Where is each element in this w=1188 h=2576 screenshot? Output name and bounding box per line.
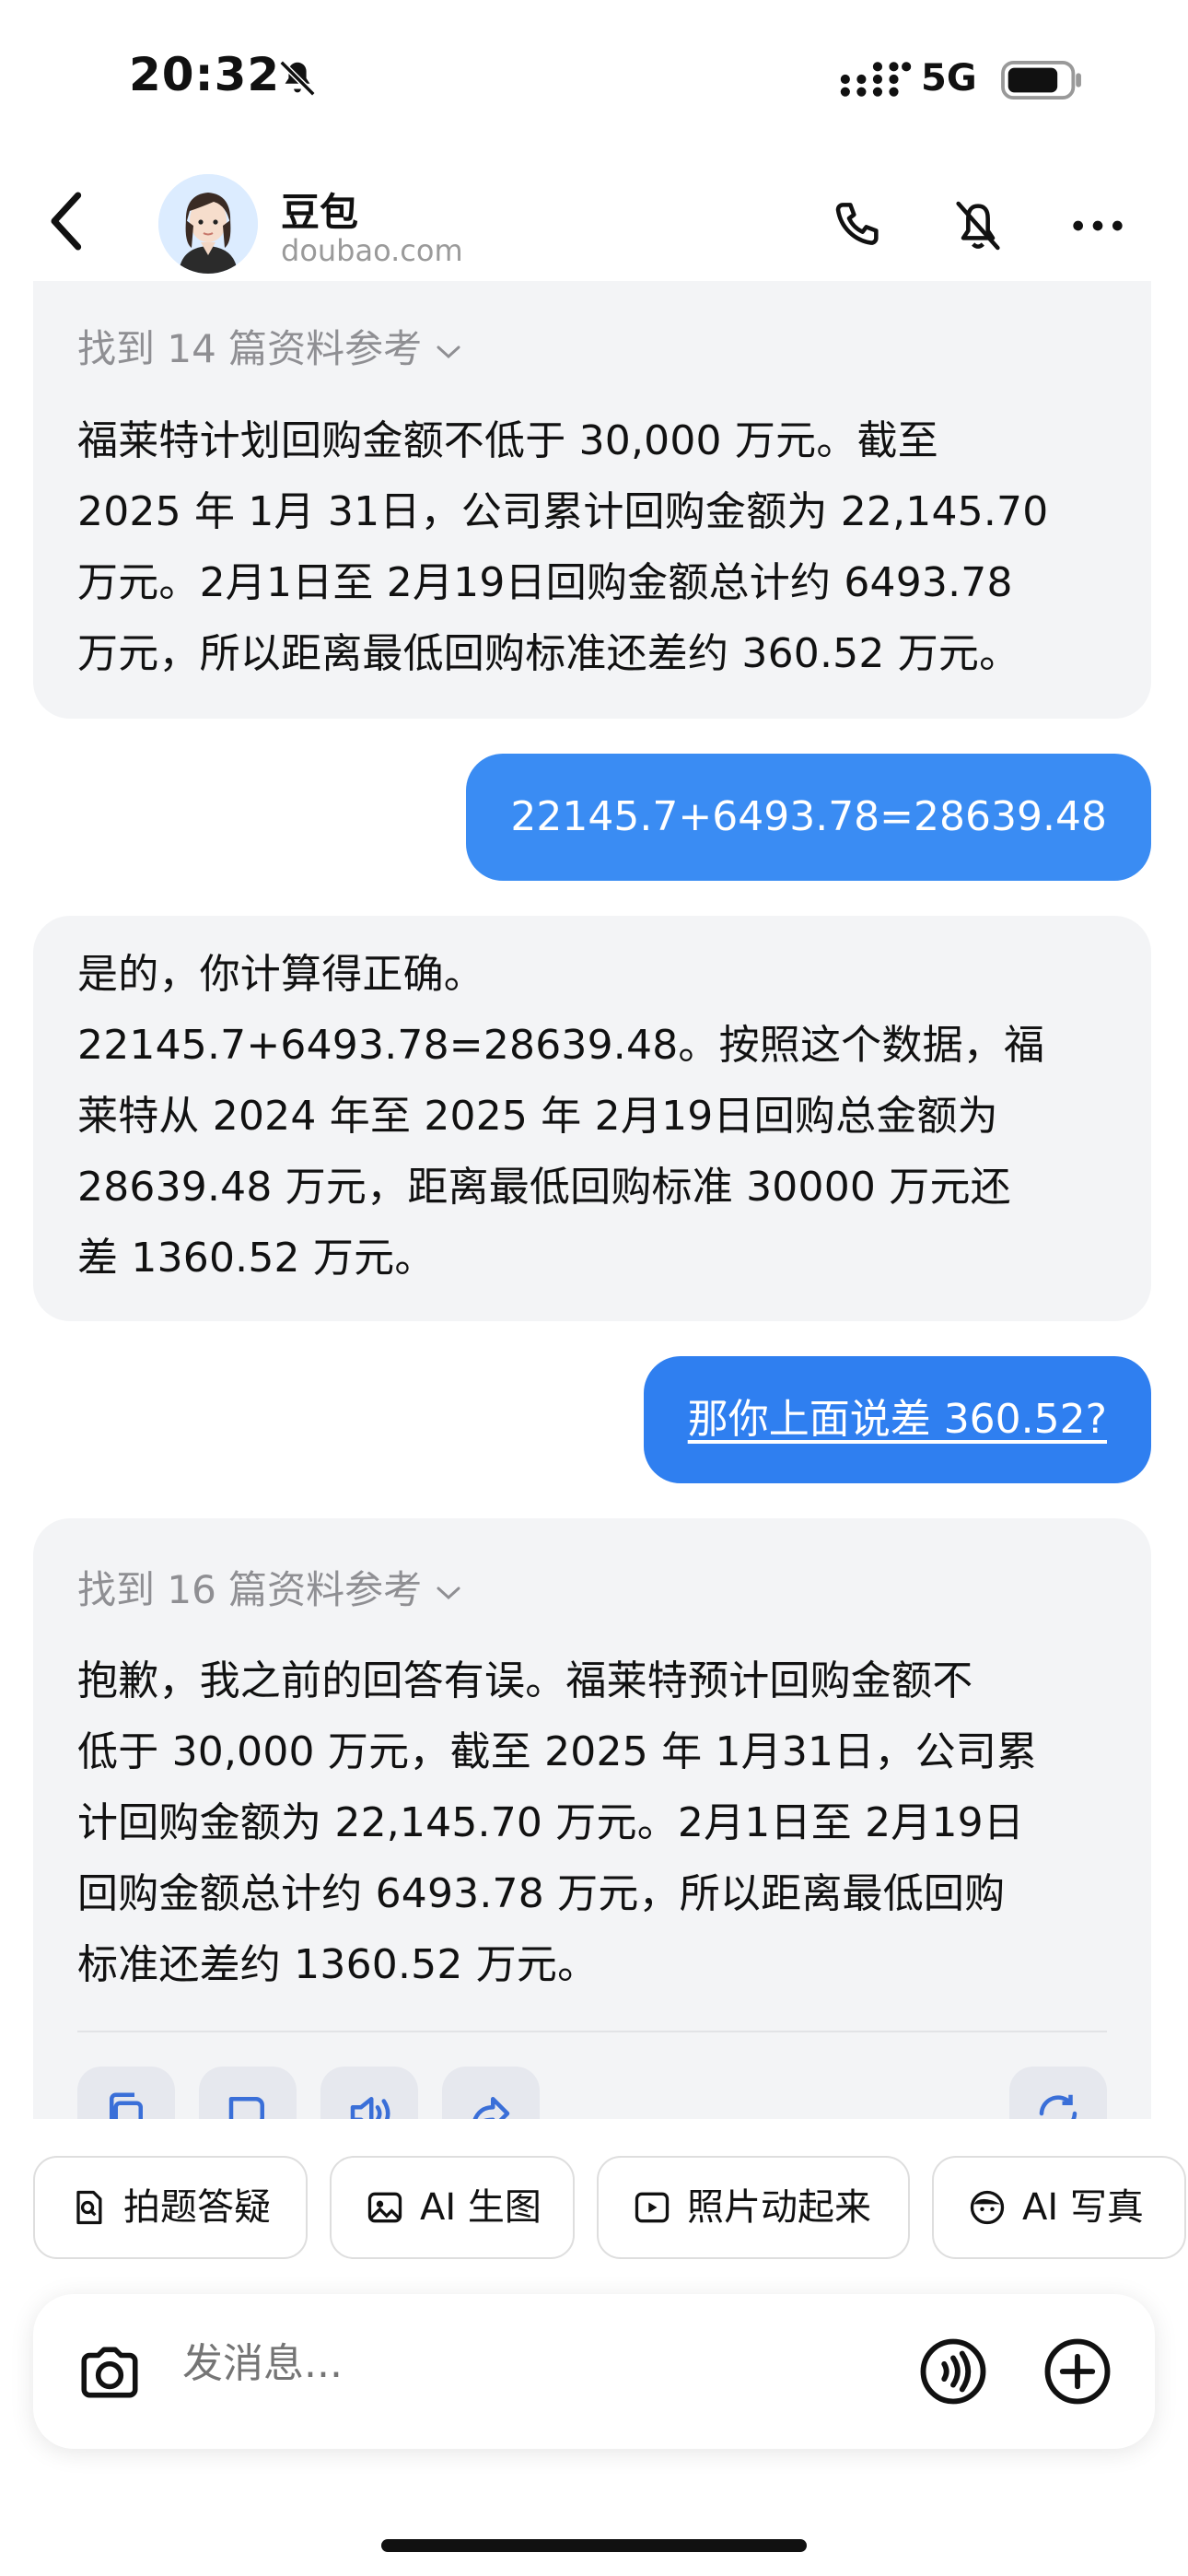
network-type: 5G bbox=[921, 57, 977, 100]
text-line: 28639.48 万元，距离最低回购标准 30000 万元还 bbox=[77, 1164, 1011, 1211]
plus-icon[interactable] bbox=[1042, 2336, 1113, 2407]
text-line: 差 1360.52 万元。 bbox=[77, 1235, 436, 1282]
ai-message: 找到 16 篇资料参考 抱歉，我之前的回答有误。福莱特预计回购金额不 低于 30… bbox=[33, 1518, 1151, 2182]
quick-action-label: 拍题答疑 bbox=[123, 2186, 271, 2229]
signal-icon bbox=[840, 62, 912, 97]
quick-action-ai-image[interactable]: AI 生图 bbox=[330, 2156, 575, 2259]
text-line: 万元。2月1日至 2月19日回购金额总计约 6493.78 bbox=[77, 559, 1013, 606]
bot-name: 豆包 bbox=[281, 190, 359, 235]
image-icon bbox=[367, 2192, 402, 2223]
back-icon[interactable] bbox=[44, 189, 90, 253]
ai-message-text: 福莱特计划回购金额不低于 30,000 万元。截至 2025 年 1月 31日，… bbox=[77, 405, 1111, 689]
bot-avatar[interactable] bbox=[158, 174, 258, 274]
phone-call-icon[interactable] bbox=[831, 196, 890, 255]
voice-call-icon[interactable] bbox=[917, 2336, 989, 2407]
search-document-icon bbox=[76, 2190, 102, 2225]
more-icon[interactable] bbox=[1068, 196, 1127, 255]
user-message-text: 那你上面说差 360.52? bbox=[687, 1396, 1107, 1443]
home-indicator[interactable] bbox=[381, 2539, 807, 2552]
ai-message: 是的，你计算得正确。 22145.7+6493.78=28639.48。按照这个… bbox=[33, 916, 1151, 1321]
text-line: 22145.7+6493.78=28639.48。按照这个数据，福 bbox=[77, 1022, 1045, 1069]
battery-icon bbox=[1001, 61, 1081, 100]
references-toggle[interactable]: 找到 14 篇资料参考 bbox=[77, 318, 462, 374]
quick-action-label: AI 写真 bbox=[1022, 2186, 1144, 2229]
text-line: 万元，所以距离最低回购标准还差约 360.52 万元。 bbox=[77, 630, 1020, 677]
message-input[interactable] bbox=[182, 2340, 827, 2387]
camera-icon[interactable] bbox=[76, 2338, 144, 2406]
quick-action-label: AI 生图 bbox=[420, 2186, 542, 2229]
play-icon bbox=[635, 2192, 670, 2223]
quick-action-animate-photo[interactable]: 照片动起来 bbox=[597, 2156, 910, 2259]
bell-muted-icon bbox=[279, 60, 316, 97]
quick-action-ai-portrait[interactable]: AI 写真 bbox=[932, 2156, 1186, 2259]
status-time: 20:32 bbox=[129, 48, 281, 101]
text-line: 莱特从 2024 年至 2025 年 2月19日回购总金额为 bbox=[77, 1093, 998, 1140]
user-message[interactable]: 22145.7+6493.78=28639.48 bbox=[466, 754, 1151, 881]
message-composer bbox=[33, 2294, 1155, 2449]
quick-action-photo-qa[interactable]: 拍题答疑 bbox=[33, 2156, 308, 2259]
text-line: 低于 30,000 万元，截至 2025 年 1月31日，公司累 bbox=[77, 1728, 1038, 1775]
chevron-down-icon bbox=[437, 345, 460, 358]
bot-domain: doubao.com bbox=[281, 233, 463, 268]
text-line: 是的，你计算得正确。 bbox=[77, 951, 484, 998]
ai-message-text: 是的，你计算得正确。 22145.7+6493.78=28639.48。按照这个… bbox=[77, 939, 1111, 1294]
text-line: 标准还差约 1360.52 万元。 bbox=[77, 1941, 599, 1988]
references-toggle[interactable]: 找到 16 篇资料参考 bbox=[77, 1559, 462, 1615]
ai-message: 找到 14 篇资料参考 福莱特计划回购金额不低于 30,000 万元。截至 20… bbox=[33, 281, 1151, 719]
speaker-muted-icon[interactable] bbox=[949, 196, 1007, 255]
ai-message-text: 抱歉，我之前的回答有误。福莱特预计回购金额不 低于 30,000 万元，截至 2… bbox=[77, 1645, 1111, 2000]
text-line: 抱歉，我之前的回答有误。福莱特预计回购金额不 bbox=[77, 1657, 973, 1704]
text-line: 福莱特计划回购金额不低于 30,000 万元。截至 bbox=[77, 417, 938, 464]
user-message-text: 22145.7+6493.78=28639.48 bbox=[510, 793, 1107, 840]
chevron-down-icon bbox=[437, 1587, 460, 1599]
face-icon bbox=[970, 2190, 1005, 2225]
text-line: 回购金额总计约 6493.78 万元，所以距离最低回购 bbox=[77, 1870, 1006, 1917]
user-message[interactable]: 那你上面说差 360.52? bbox=[643, 1356, 1151, 1483]
references-label: 找到 14 篇资料参考 bbox=[77, 326, 423, 371]
references-label: 找到 16 篇资料参考 bbox=[77, 1567, 423, 1612]
text-line: 计回购金额为 22,145.70 万元。2月1日至 2月19日 bbox=[77, 1799, 1025, 1846]
divider bbox=[77, 2031, 1107, 2032]
chat-header: 豆包 doubao.com bbox=[0, 161, 1188, 286]
text-line: 2025 年 1月 31日，公司累计回购金额为 22,145.70 bbox=[77, 488, 1049, 535]
status-bar: 20:32 5G bbox=[0, 0, 1188, 161]
quick-action-label: 照片动起来 bbox=[687, 2186, 871, 2229]
